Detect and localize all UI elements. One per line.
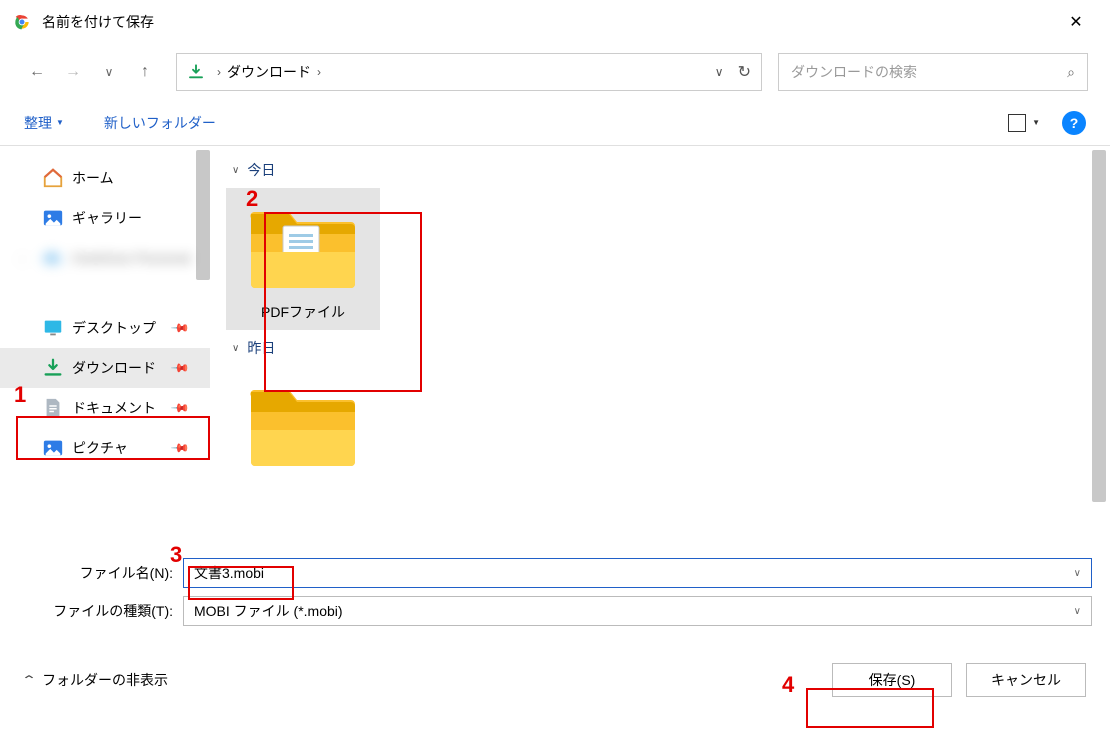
refresh-button[interactable]: ↻ — [738, 62, 751, 82]
title-bar: 名前を付けて保存 ✕ — [0, 0, 1110, 44]
group-header-yesterday[interactable]: 昨日 — [232, 338, 1094, 358]
sidebar-item-onedrive[interactable]: OneDrive Personal — [0, 238, 210, 278]
group-header-today[interactable]: 今日 — [232, 160, 1094, 180]
chevron-down-icon[interactable]: ∨ — [1074, 606, 1081, 617]
view-mode-icon[interactable] — [1008, 114, 1026, 132]
sidebar-label: ピクチャ — [72, 438, 128, 458]
search-icon: ⌕ — [1067, 64, 1075, 81]
pin-icon: 📌 — [170, 398, 190, 418]
main-area: ホーム ギャラリー OneDrive Personal デスクトップ 📌 — [0, 146, 1110, 546]
back-button[interactable]: ← — [22, 57, 52, 87]
forward-button[interactable]: → — [58, 57, 88, 87]
folder-item[interactable] — [226, 366, 380, 482]
sidebar-item-downloads[interactable]: ダウンロード 📌 — [0, 348, 210, 388]
sidebar-label: デスクトップ — [72, 318, 156, 338]
filename-input[interactable]: 文書3.mobi ∨ — [183, 558, 1092, 588]
filetype-select[interactable]: MOBI ファイル (*.mobi) ∨ — [183, 596, 1092, 626]
chrome-logo-icon — [12, 12, 32, 32]
sidebar-item-documents[interactable]: ドキュメント 📌 — [0, 388, 210, 428]
folder-icon — [243, 374, 363, 474]
filetype-label: ファイルの種類(T): — [18, 601, 183, 621]
close-button[interactable]: ✕ — [1054, 0, 1098, 44]
pin-icon: 📌 — [170, 438, 190, 458]
breadcrumb-chevron-icon: › — [217, 65, 221, 79]
new-folder-button[interactable]: 新しいフォルダー — [104, 113, 216, 133]
recent-dropdown[interactable]: ∨ — [94, 57, 124, 87]
sidebar-label: ホーム — [72, 168, 114, 188]
gallery-icon — [42, 207, 64, 229]
sidebar-item-desktop[interactable]: デスクトップ 📌 — [0, 308, 210, 348]
organize-label: 整理 — [24, 113, 52, 133]
pictures-icon — [42, 437, 64, 459]
sidebar-label: ギャラリー — [72, 208, 142, 228]
group-label: 昨日 — [247, 338, 275, 358]
breadcrumb-location: ダウンロード — [227, 62, 311, 82]
view-dropdown[interactable]: ▼ — [1032, 118, 1040, 127]
toolbar: 整理 ▼ 新しいフォルダー ▼ ? — [0, 100, 1110, 146]
sidebar-label: OneDrive Personal — [72, 250, 190, 266]
chevron-down-icon: ▼ — [56, 118, 64, 127]
group-label: 今日 — [247, 160, 275, 180]
breadcrumb-expand[interactable]: ∨ — [715, 65, 724, 79]
help-button[interactable]: ? — [1062, 111, 1086, 135]
content-pane: 今日 PDFファイル 昨日 — [210, 146, 1110, 546]
pin-icon: 📌 — [170, 318, 190, 338]
sidebar-item-gallery[interactable]: ギャラリー — [0, 198, 210, 238]
filename-label: ファイル名(N): — [18, 563, 183, 583]
folder-pdf[interactable]: PDFファイル — [226, 188, 380, 330]
save-button[interactable]: 保存(S) — [832, 663, 952, 697]
folder-icon — [243, 196, 363, 296]
sidebar-item-home[interactable]: ホーム — [0, 158, 210, 198]
downloads-icon — [187, 63, 205, 81]
document-icon — [42, 397, 64, 419]
search-box[interactable]: ⌕ — [778, 53, 1088, 91]
filename-value: 文書3.mobi — [194, 563, 264, 583]
breadcrumb[interactable]: › ダウンロード › ∨ ↻ — [176, 53, 762, 91]
downloads-icon — [42, 357, 64, 379]
cloud-icon — [42, 247, 64, 269]
sidebar-label: ダウンロード — [72, 358, 156, 378]
pin-icon: 📌 — [170, 358, 190, 378]
nav-row: ← → ∨ ↑ › ダウンロード › ∨ ↻ ⌕ — [0, 44, 1110, 100]
sidebar-item-pictures[interactable]: ピクチャ 📌 — [0, 428, 210, 468]
window-title: 名前を付けて保存 — [42, 12, 1054, 32]
organize-menu[interactable]: 整理 ▼ — [24, 113, 64, 133]
sidebar: ホーム ギャラリー OneDrive Personal デスクトップ 📌 — [0, 146, 210, 546]
up-button[interactable]: ↑ — [130, 57, 160, 87]
folder-label: PDFファイル — [261, 302, 345, 322]
breadcrumb-chevron-icon: › — [317, 65, 321, 79]
cancel-label: キャンセル — [991, 670, 1061, 690]
save-form: ファイル名(N): 文書3.mobi ∨ ファイルの種類(T): MOBI ファ… — [0, 546, 1110, 630]
save-label: 保存(S) — [869, 670, 916, 690]
sidebar-label: ドキュメント — [72, 398, 156, 418]
filetype-value: MOBI ファイル (*.mobi) — [194, 601, 343, 621]
footer: フォルダーの非表示 保存(S) キャンセル — [0, 650, 1110, 710]
chevron-down-icon[interactable]: ∨ — [1074, 568, 1081, 579]
hide-folders-toggle[interactable]: フォルダーの非表示 — [24, 670, 168, 690]
search-input[interactable] — [791, 64, 1067, 80]
desktop-icon — [42, 317, 64, 339]
cancel-button[interactable]: キャンセル — [966, 663, 1086, 697]
content-scrollbar[interactable] — [1092, 150, 1106, 502]
home-icon — [42, 167, 64, 189]
hide-folders-label: フォルダーの非表示 — [42, 670, 168, 690]
